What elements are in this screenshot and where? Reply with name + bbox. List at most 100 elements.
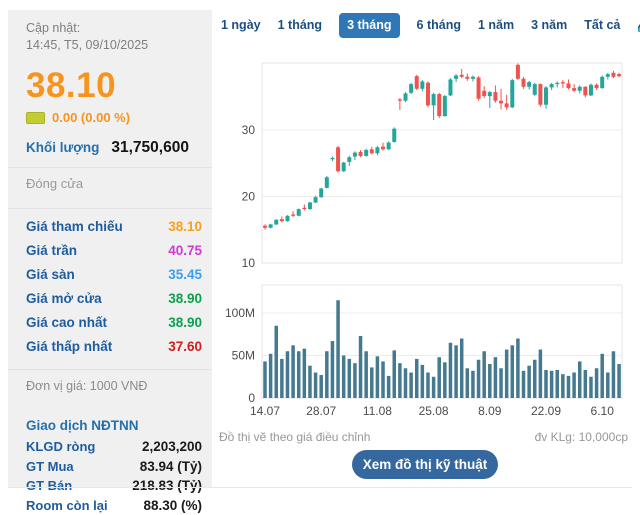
foreign-title: Giao dịch NĐTNN — [26, 415, 202, 437]
volume-bar — [342, 356, 346, 399]
table-row: KLGD ròng2,203,200 — [26, 437, 202, 457]
candle-body — [420, 81, 424, 88]
volume-bar — [612, 351, 616, 398]
price-row-label: Giá trần — [26, 239, 77, 263]
candle-body — [375, 147, 379, 153]
volume-bar — [539, 350, 543, 398]
volume-axis-label: 50M — [232, 349, 255, 363]
volume-bar — [606, 373, 610, 399]
price-row-value: 38.90 — [168, 287, 202, 311]
table-row: Giá sàn35.45 — [26, 263, 202, 287]
volume-bar — [274, 326, 278, 398]
tab-3-tháng[interactable]: 3 tháng — [339, 13, 399, 38]
price-row-value: 37.60 — [168, 335, 202, 359]
volume-bar — [567, 376, 571, 398]
candle-body — [471, 77, 475, 79]
candle-body — [566, 83, 570, 88]
volume-bar — [426, 373, 430, 399]
updated-time: 14:45, T5, 09/10/2025 — [26, 37, 202, 54]
candle-body — [426, 83, 430, 106]
volume-bar — [263, 361, 267, 398]
volume-bar — [617, 364, 621, 398]
volume-bar — [511, 345, 515, 398]
candle-body — [555, 83, 559, 84]
candle-body — [443, 96, 447, 116]
volume-bar — [325, 351, 329, 398]
volume-bar — [409, 373, 413, 399]
candle-body — [611, 73, 615, 77]
x-axis-label: 11.08 — [363, 404, 392, 418]
price-row-value: 38.90 — [168, 311, 202, 335]
foreign-row-label: GT Bán — [26, 476, 72, 496]
volume-bar — [527, 366, 531, 398]
foreign-detail-list: KLGD ròng2,203,200GT Mua83.94 (Tỷ)GT Bán… — [26, 437, 202, 515]
candle-body — [409, 84, 413, 93]
volume-bar — [297, 351, 301, 398]
candle-body — [432, 94, 436, 105]
candle-body — [578, 87, 582, 91]
volume-bar — [308, 366, 312, 398]
table-row: Giá cao nhất38.90 — [26, 311, 202, 335]
foreign-row-label: KLGD ròng — [26, 437, 95, 457]
candle-body — [550, 84, 554, 87]
volume-bar — [561, 374, 565, 398]
tab-1-tháng[interactable]: 1 tháng — [278, 15, 322, 35]
tab-1-năm[interactable]: 1 năm — [478, 15, 514, 35]
divider — [8, 487, 632, 488]
foreign-row-label: Room còn lại — [26, 496, 108, 515]
price-detail-list: Giá tham chiếu38.10Giá trần40.75Giá sàn3… — [26, 209, 202, 359]
price-row-value: 38.10 — [168, 215, 202, 239]
tab-tất-cả[interactable]: Tất cả — [584, 15, 620, 35]
candle-body — [342, 163, 346, 172]
volume-bar — [449, 343, 453, 398]
view-technical-chart-button[interactable]: Xem đồ thị kỹ thuật — [352, 450, 498, 479]
volume-bar — [387, 376, 391, 398]
volume-bar — [555, 370, 559, 398]
tab-6-tháng[interactable]: 6 tháng — [417, 15, 461, 35]
candle-body — [404, 93, 408, 100]
tab-3-năm[interactable]: 3 năm — [531, 15, 567, 35]
candle-body — [319, 189, 323, 198]
volume-bar — [415, 359, 419, 398]
volume-bar — [572, 373, 576, 399]
volume-bar — [454, 345, 458, 398]
volume-bar — [432, 377, 436, 398]
candle-body — [274, 220, 278, 225]
quote-sidebar: Cập nhật: 14:45, T5, 09/10/2025 38.10 0.… — [8, 10, 212, 487]
candle-body — [505, 103, 509, 107]
volume-bar — [505, 350, 509, 398]
candle-body — [285, 216, 289, 221]
table-row: GT Bán 218.83 (Tỷ) — [26, 476, 202, 496]
candle-body — [482, 91, 486, 96]
foreign-row-value: 88.30 (%) — [143, 496, 202, 515]
table-row: Room còn lại 88.30 (%) — [26, 496, 202, 515]
volume-bar — [460, 339, 464, 399]
volume-value: 31,750,600 — [111, 139, 189, 157]
candle-body — [291, 214, 295, 215]
last-price: 38.10 — [26, 66, 202, 106]
candle-body — [437, 94, 441, 116]
foreign-row-value: 218.83 (Tỷ) — [132, 476, 202, 496]
volume-bar — [381, 361, 385, 398]
candle-body — [527, 82, 531, 87]
volume-bar — [319, 375, 323, 398]
candle-body — [561, 82, 565, 83]
x-axis-label: 6.10 — [591, 404, 615, 418]
candle-body — [572, 88, 576, 91]
volume-bar — [589, 377, 593, 398]
candle-body — [387, 143, 391, 150]
candle-body — [392, 129, 396, 142]
volume-row: Khối lượng 31,750,600 — [26, 139, 202, 157]
candle-body — [398, 99, 402, 100]
tab-1-ngày[interactable]: 1 ngày — [221, 15, 261, 35]
candle-body — [280, 219, 284, 221]
foreign-trading-section: Giao dịch NĐTNN KLGD ròng2,203,200GT Mua… — [26, 415, 202, 515]
volume-bar — [494, 357, 498, 398]
price-axis-label: 10 — [242, 256, 256, 270]
candle-body — [522, 79, 526, 87]
candle-body — [595, 85, 599, 88]
price-row-value: 35.45 — [168, 263, 202, 287]
volume-bar — [286, 351, 290, 398]
x-axis-label: 8.09 — [478, 404, 502, 418]
volume-bar — [544, 370, 548, 398]
